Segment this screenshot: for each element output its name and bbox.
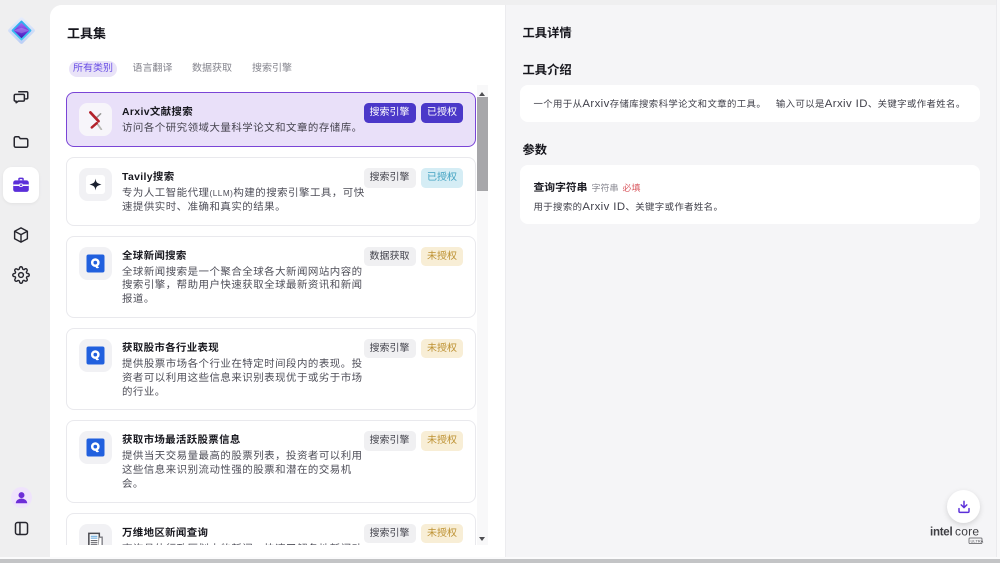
svg-text:core: core [955,525,979,539]
svg-text:intel: intel [930,527,952,539]
svg-text:ULTRA: ULTRA [971,538,984,543]
